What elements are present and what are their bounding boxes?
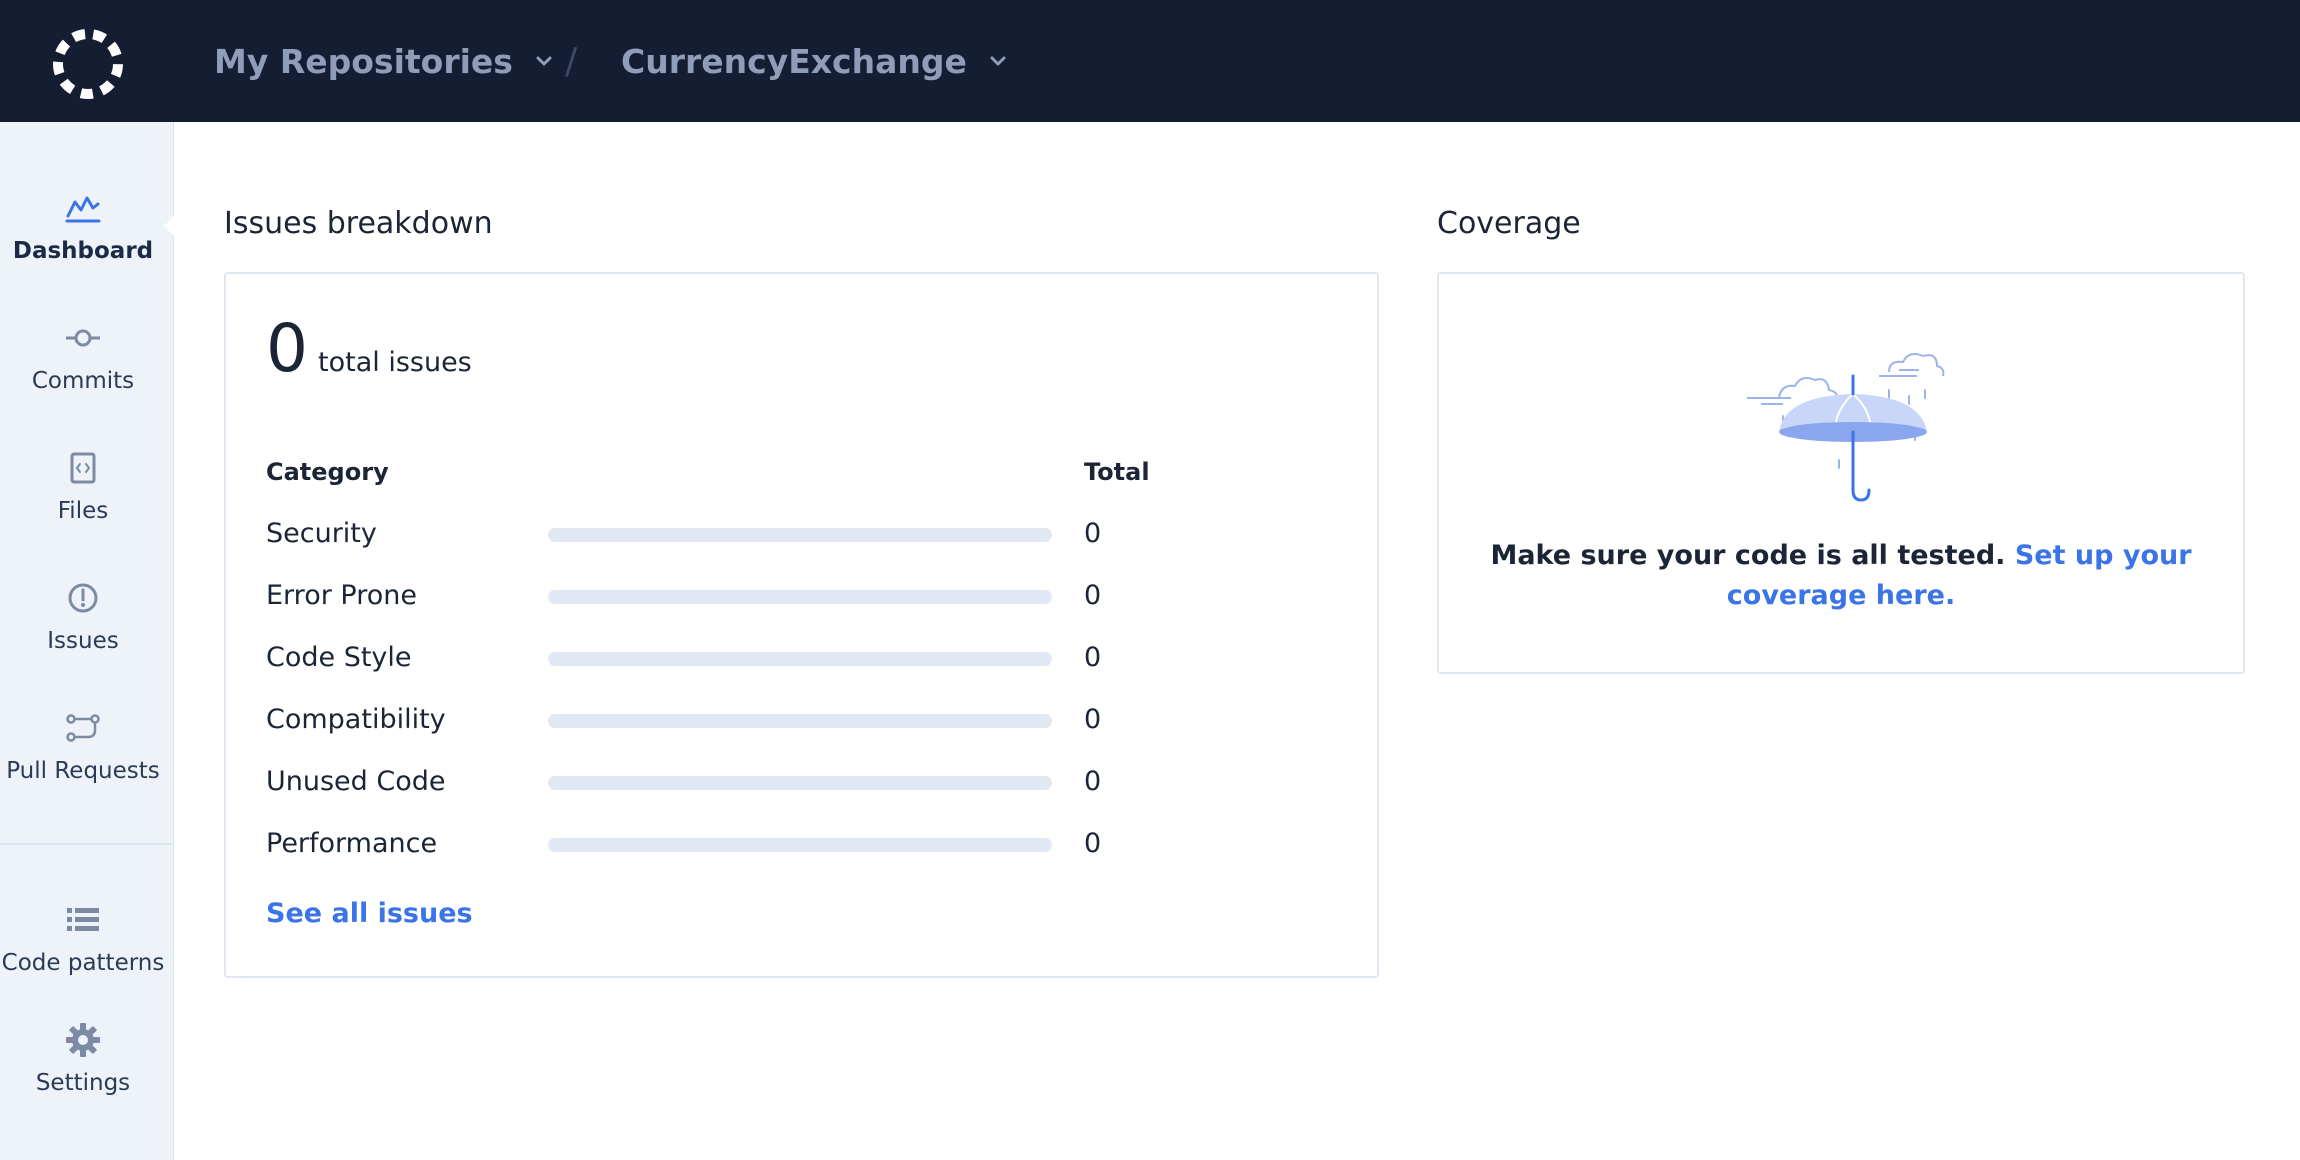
category-count: 0 <box>1084 642 1102 673</box>
sidebar-item-label: Commits <box>31 368 135 394</box>
total-issues-summary: 0 total issues <box>266 316 472 382</box>
sidebar-item-label: Issues <box>47 628 119 654</box>
category-bar <box>548 528 1052 542</box>
category-name: Code Style <box>266 642 412 673</box>
coverage-section-title: Coverage <box>1437 206 1581 241</box>
category-count: 0 <box>1084 580 1102 611</box>
coverage-message-text: Make sure your code is all tested. <box>1490 540 2006 571</box>
project-label: CurrencyExchange <box>621 41 967 81</box>
breadcrumb-separator: / <box>565 40 578 82</box>
coverage-message: Make sure your code is all tested. Set u… <box>1479 536 2203 616</box>
dashboard-chart-icon <box>63 188 103 228</box>
sidebar-item-label: Code patterns <box>1 950 165 976</box>
issues-breakdown-card: 0 total issues Category Total Security 0… <box>224 272 1379 978</box>
category-bar <box>548 776 1052 790</box>
chevron-down-icon <box>536 56 552 66</box>
pull-request-icon <box>63 708 103 748</box>
issue-category-row[interactable]: Performance 0 <box>266 824 1326 864</box>
total-issues-count: 0 <box>266 310 308 387</box>
issue-category-row[interactable]: Unused Code 0 <box>266 762 1326 802</box>
my-repositories-label: My Repositories <box>214 41 513 81</box>
category-name: Security <box>266 518 377 549</box>
sidebar-item-commits[interactable]: Commits <box>0 318 166 394</box>
category-name: Error Prone <box>266 580 417 611</box>
sidebar-item-dashboard[interactable]: Dashboard <box>0 188 166 264</box>
sidebar-item-pull-requests[interactable]: Pull Requests <box>0 708 166 784</box>
sidebar-item-label: Pull Requests <box>6 758 160 784</box>
codacy-logo-icon[interactable] <box>50 26 126 102</box>
total-issues-label: total issues <box>318 347 472 378</box>
total-column-header: Total <box>1084 458 1150 486</box>
list-icon <box>63 900 103 940</box>
category-count: 0 <box>1084 518 1102 549</box>
category-bar <box>548 590 1052 604</box>
category-name: Unused Code <box>266 766 446 797</box>
sidebar-item-issues[interactable]: Issues <box>0 578 166 654</box>
category-column-header: Category <box>266 458 389 486</box>
issue-category-row[interactable]: Security 0 <box>266 514 1326 554</box>
category-count: 0 <box>1084 828 1102 859</box>
issue-category-row[interactable]: Error Prone 0 <box>266 576 1326 616</box>
gear-icon <box>63 1020 103 1060</box>
category-count: 0 <box>1084 704 1102 735</box>
my-repositories-dropdown[interactable]: My Repositories <box>214 0 553 122</box>
sidebar-item-label: Files <box>57 498 109 524</box>
umbrella-illustration-icon <box>1747 353 1945 502</box>
sidebar-item-code-patterns[interactable]: Code patterns <box>0 900 166 976</box>
category-count: 0 <box>1084 766 1102 797</box>
coverage-card: Make sure your code is all tested. Set u… <box>1437 272 2245 674</box>
sidebar-divider <box>0 843 174 845</box>
file-code-icon <box>63 448 103 488</box>
issue-category-row[interactable]: Code Style 0 <box>266 638 1326 678</box>
issue-category-row[interactable]: Compatibility 0 <box>266 700 1326 740</box>
sidebar-item-settings[interactable]: Settings <box>0 1020 166 1096</box>
see-all-issues-link[interactable]: See all issues <box>266 898 473 929</box>
category-name: Compatibility <box>266 704 446 735</box>
sidebar-item-files[interactable]: Files <box>0 448 166 524</box>
category-bar <box>548 652 1052 666</box>
sidebar: Dashboard Commits Files Issues Pull Requ… <box>0 122 178 1160</box>
category-bar <box>548 714 1052 728</box>
sidebar-item-label: Dashboard <box>12 238 154 264</box>
chevron-down-icon <box>990 56 1006 66</box>
alert-circle-icon <box>63 578 103 618</box>
top-bar: My Repositories / CurrencyExchange <box>0 0 2300 122</box>
sidebar-item-label: Settings <box>35 1070 131 1096</box>
category-bar <box>548 838 1052 852</box>
project-dropdown[interactable]: CurrencyExchange <box>621 0 1007 122</box>
commit-icon <box>63 318 103 358</box>
issues-section-title: Issues breakdown <box>224 206 493 241</box>
category-name: Performance <box>266 828 438 859</box>
active-indicator <box>164 212 178 240</box>
